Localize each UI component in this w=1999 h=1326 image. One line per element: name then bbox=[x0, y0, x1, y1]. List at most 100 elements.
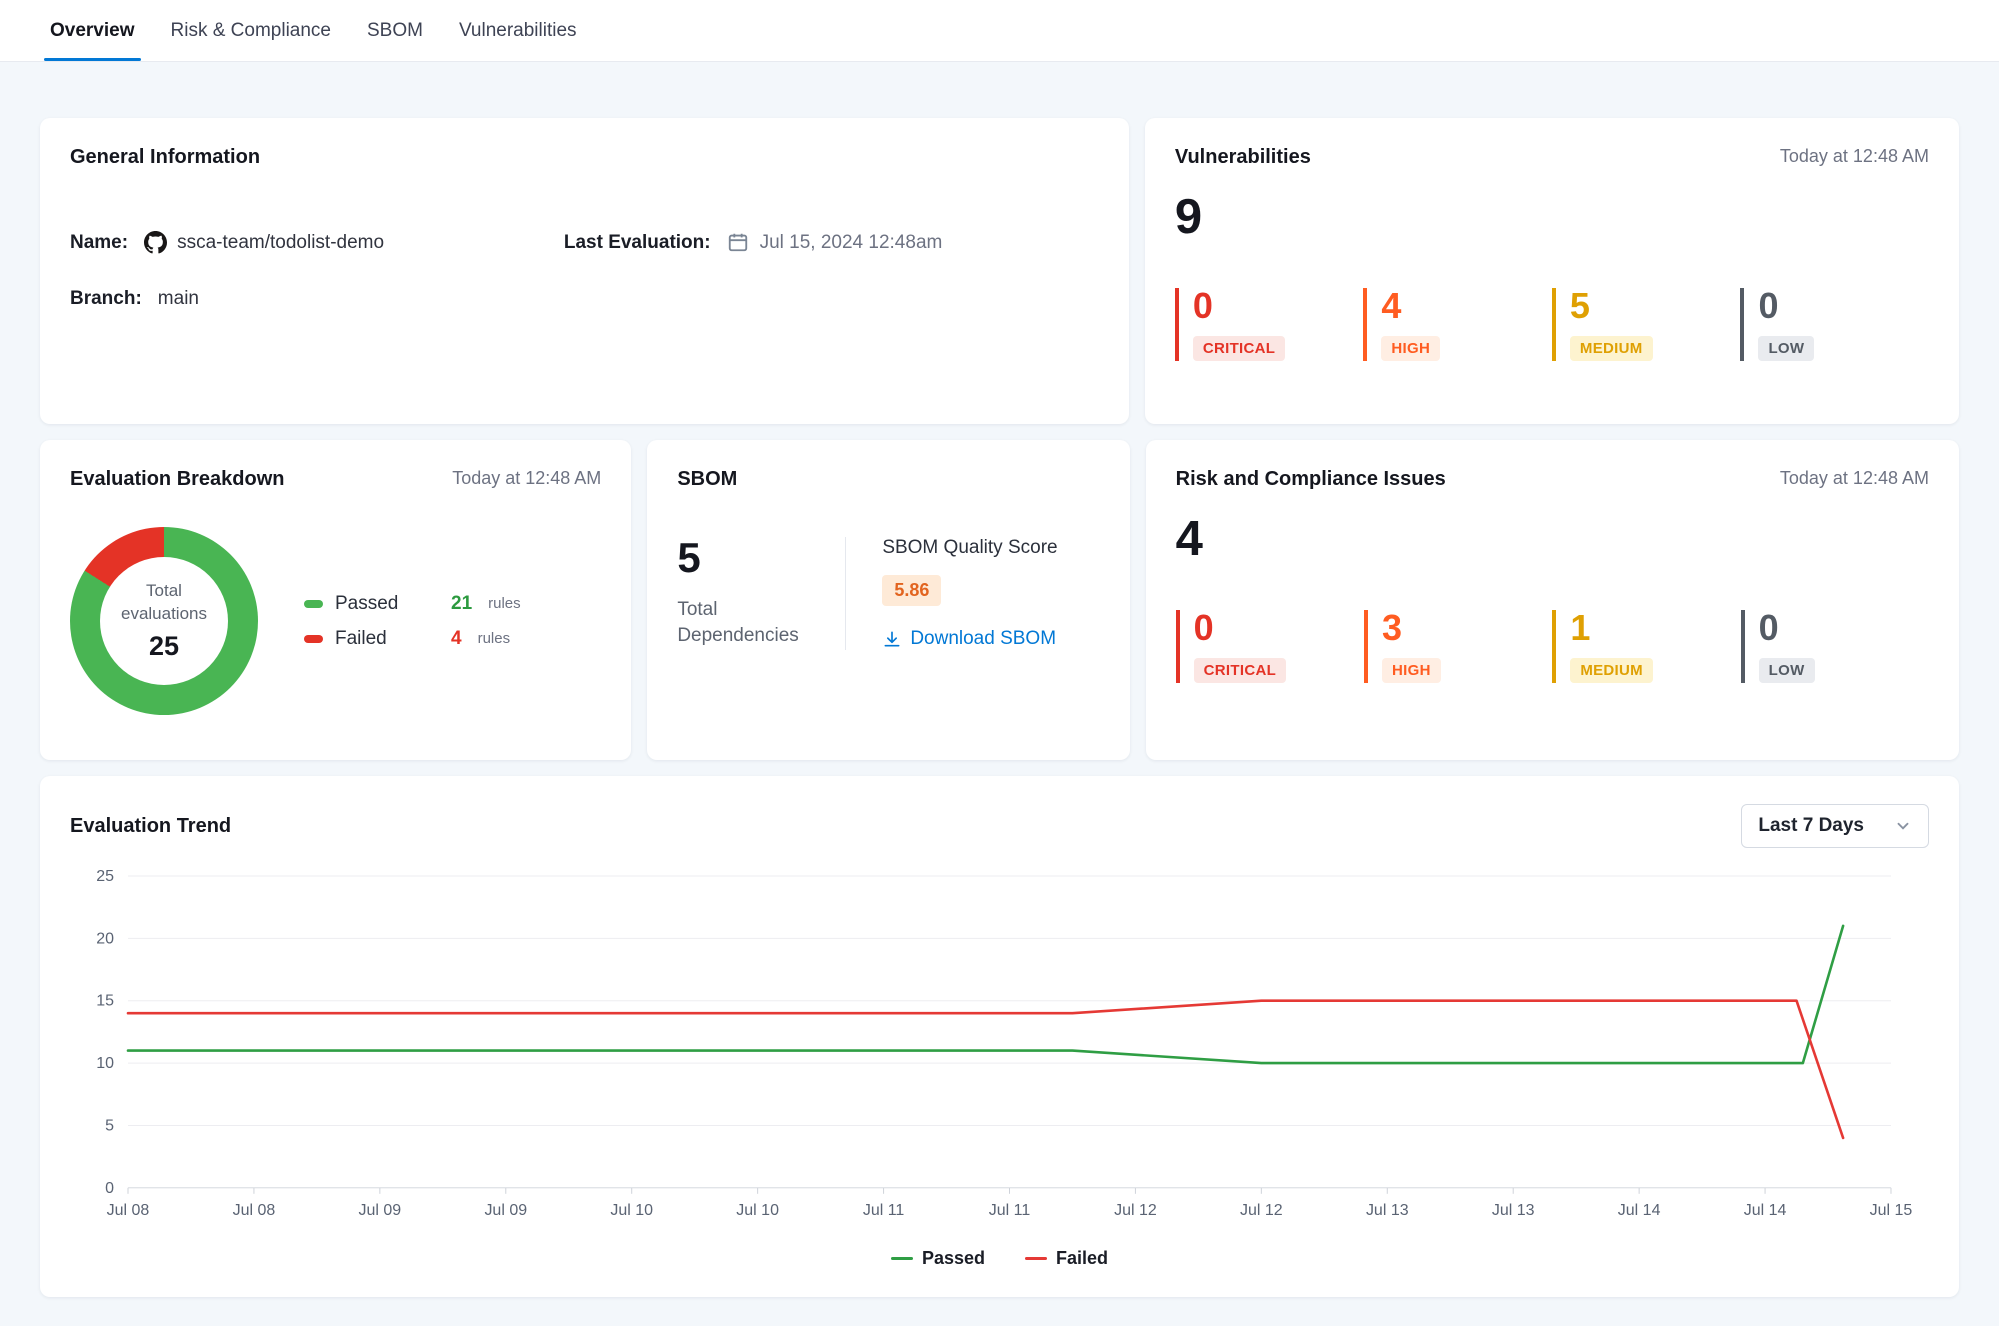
time-range-dropdown[interactable]: Last 7 Days bbox=[1741, 804, 1929, 848]
general-information-card: General Information Name: ssca-team/todo… bbox=[40, 118, 1129, 424]
svg-text:Jul 08: Jul 08 bbox=[233, 1202, 276, 1219]
trend-legend-passed-label: Passed bbox=[922, 1248, 985, 1269]
sbom-dependencies-block: 5 Total Dependencies bbox=[677, 537, 845, 650]
risk-compliance-severity-row: 0 CRITICAL 3 HIGH 1 MEDIUM 0 LOW bbox=[1176, 610, 1929, 683]
repo-name-row: Name: ssca-team/todolist-demo bbox=[70, 231, 564, 254]
svg-text:Jul 12: Jul 12 bbox=[1114, 1202, 1157, 1219]
top-tab-bar: Overview Risk & Compliance SBOM Vulnerab… bbox=[0, 0, 1999, 62]
failed-line-swatch bbox=[1025, 1257, 1047, 1260]
svg-text:Jul 08: Jul 08 bbox=[107, 1202, 150, 1219]
low-badge: LOW bbox=[1758, 336, 1814, 361]
evaluation-breakdown-card: Evaluation Breakdown Today at 12:48 AM T… bbox=[40, 440, 631, 760]
sbom-title: SBOM bbox=[677, 468, 1099, 491]
evaluation-breakdown-timestamp: Today at 12:48 AM bbox=[452, 468, 601, 489]
risk-compliance-timestamp: Today at 12:48 AM bbox=[1780, 468, 1929, 489]
download-sbom-label: Download SBOM bbox=[910, 628, 1056, 650]
download-sbom-link[interactable]: Download SBOM bbox=[882, 628, 1057, 650]
evaluation-trend-title: Evaluation Trend bbox=[70, 815, 231, 838]
critical-count: 0 bbox=[1193, 288, 1364, 324]
branch-value: main bbox=[158, 288, 199, 310]
svg-text:Jul 09: Jul 09 bbox=[359, 1202, 402, 1219]
svg-text:20: 20 bbox=[96, 930, 114, 947]
sbom-card: SBOM 5 Total Dependencies SBOM Quality S… bbox=[647, 440, 1129, 760]
severity-low: 0 LOW bbox=[1740, 288, 1929, 361]
vulnerabilities-card: Vulnerabilities Today at 12:48 AM 9 0 CR… bbox=[1145, 118, 1959, 424]
general-information-title: General Information bbox=[70, 146, 1099, 169]
severity-high: 3 HIGH bbox=[1364, 610, 1552, 683]
svg-text:0: 0 bbox=[105, 1180, 114, 1197]
medium-badge: MEDIUM bbox=[1570, 658, 1653, 683]
chevron-down-icon bbox=[1894, 817, 1912, 835]
svg-text:Jul 10: Jul 10 bbox=[610, 1202, 653, 1219]
repo-name-value: ssca-team/todolist-demo bbox=[177, 232, 384, 254]
failed-unit: rules bbox=[478, 630, 511, 647]
severity-high: 4 HIGH bbox=[1363, 288, 1552, 361]
vulnerabilities-severity-row: 0 CRITICAL 4 HIGH 5 MEDIUM 0 LOW bbox=[1175, 288, 1929, 361]
svg-text:15: 15 bbox=[96, 993, 114, 1010]
dashboard-body: General Information Name: ssca-team/todo… bbox=[0, 62, 1999, 1297]
last-evaluation-value: Jul 15, 2024 12:48am bbox=[760, 232, 943, 254]
risk-compliance-total-count: 4 bbox=[1176, 515, 1929, 564]
trend-legend: Passed Failed bbox=[70, 1248, 1929, 1269]
last-evaluation-row: Last Evaluation: Jul 15, 2024 12:48am bbox=[564, 231, 1099, 254]
evaluations-donut-chart: Total evaluations 25 bbox=[70, 527, 258, 715]
evaluation-legend: Passed 21 rules Failed 4 rules bbox=[304, 580, 521, 663]
sbom-quality-block: SBOM Quality Score 5.86 Download SBOM bbox=[846, 537, 1057, 650]
low-count: 0 bbox=[1758, 288, 1929, 324]
severity-medium: 5 MEDIUM bbox=[1552, 288, 1741, 361]
github-icon bbox=[144, 231, 167, 254]
passed-swatch bbox=[304, 600, 323, 608]
medium-count: 1 bbox=[1570, 610, 1740, 646]
high-count: 4 bbox=[1381, 288, 1552, 324]
svg-text:Jul 14: Jul 14 bbox=[1618, 1202, 1661, 1219]
svg-text:Jul 09: Jul 09 bbox=[484, 1202, 527, 1219]
critical-badge: CRITICAL bbox=[1193, 336, 1285, 361]
sbom-total-label: Total Dependencies bbox=[677, 597, 807, 648]
svg-text:Jul 14: Jul 14 bbox=[1744, 1202, 1787, 1219]
passed-unit: rules bbox=[488, 595, 521, 612]
calendar-icon bbox=[727, 231, 750, 254]
tab-vulnerabilities[interactable]: Vulnerabilities bbox=[459, 0, 577, 61]
legend-passed-row: Passed 21 rules bbox=[304, 593, 521, 615]
evaluation-trend-chart: 0 5 10 15 20 25 Jul 08 Jul 08 Jul 09 Jul 09 Jul 10… bbox=[70, 862, 1929, 1242]
high-badge: HIGH bbox=[1381, 336, 1440, 361]
svg-text:Jul 15: Jul 15 bbox=[1870, 1202, 1913, 1219]
svg-text:25: 25 bbox=[96, 868, 114, 885]
high-count: 3 bbox=[1382, 610, 1552, 646]
vulnerabilities-total-count: 9 bbox=[1175, 193, 1929, 242]
sbom-quality-score-label: SBOM Quality Score bbox=[882, 537, 1057, 559]
evaluation-breakdown-title: Evaluation Breakdown bbox=[70, 468, 285, 491]
passed-line-swatch bbox=[891, 1257, 913, 1260]
svg-text:Jul 11: Jul 11 bbox=[989, 1202, 1031, 1219]
trend-legend-failed: Failed bbox=[1025, 1248, 1108, 1269]
last-evaluation-label: Last Evaluation: bbox=[564, 232, 711, 254]
medium-badge: MEDIUM bbox=[1570, 336, 1653, 361]
failed-label: Failed bbox=[335, 628, 439, 650]
vulnerabilities-title: Vulnerabilities bbox=[1175, 146, 1311, 169]
download-icon bbox=[882, 629, 902, 649]
svg-text:5: 5 bbox=[105, 1117, 114, 1134]
failed-count: 4 bbox=[451, 628, 462, 650]
critical-count: 0 bbox=[1194, 610, 1364, 646]
name-label: Name: bbox=[70, 232, 128, 254]
trend-legend-passed: Passed bbox=[891, 1248, 985, 1269]
branch-row: Branch: main bbox=[70, 288, 564, 310]
failed-swatch bbox=[304, 635, 323, 643]
svg-text:Jul 11: Jul 11 bbox=[863, 1202, 905, 1219]
tab-sbom[interactable]: SBOM bbox=[367, 0, 423, 61]
severity-low: 0 LOW bbox=[1741, 610, 1929, 683]
sbom-quality-score-value: 5.86 bbox=[882, 575, 941, 606]
passed-count: 21 bbox=[451, 593, 472, 615]
medium-count: 5 bbox=[1570, 288, 1741, 324]
tab-overview[interactable]: Overview bbox=[50, 0, 135, 61]
svg-text:Jul 10: Jul 10 bbox=[736, 1202, 779, 1219]
passed-label: Passed bbox=[335, 593, 439, 615]
tab-risk-compliance[interactable]: Risk & Compliance bbox=[171, 0, 332, 61]
vulnerabilities-timestamp: Today at 12:48 AM bbox=[1780, 146, 1929, 167]
risk-compliance-title: Risk and Compliance Issues bbox=[1176, 468, 1446, 491]
low-count: 0 bbox=[1759, 610, 1929, 646]
svg-text:10: 10 bbox=[96, 1055, 114, 1072]
critical-badge: CRITICAL bbox=[1194, 658, 1286, 683]
time-range-value: Last 7 Days bbox=[1758, 815, 1864, 837]
donut-center-label: Total evaluations bbox=[109, 580, 219, 624]
